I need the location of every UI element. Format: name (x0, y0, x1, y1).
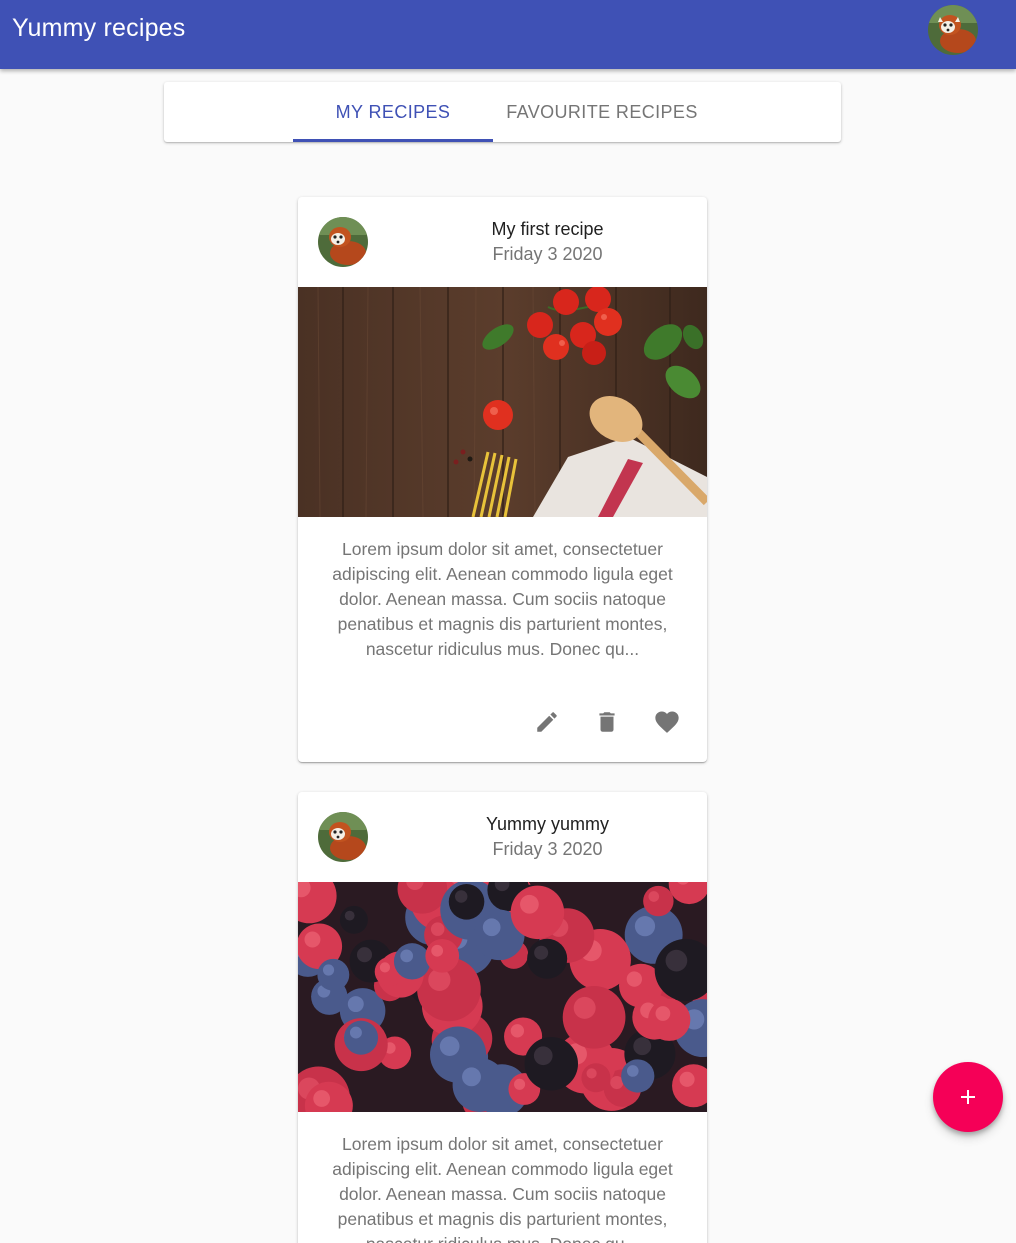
card-header: My first recipe Friday 3 2020 (298, 197, 707, 287)
recipe-title: Yummy yummy (485, 814, 609, 834)
app-bar: Yummy recipes (0, 0, 1016, 69)
recipe-image[interactable] (298, 882, 707, 1112)
recipe-card: Yummy yummy Friday 3 2020 Lorem ipsum do… (298, 792, 707, 1243)
heart-icon (655, 711, 679, 733)
recipe-image[interactable] (298, 287, 707, 517)
edit-button[interactable] (522, 697, 572, 747)
plus-icon (961, 1090, 975, 1104)
card-actions (298, 697, 707, 747)
add-recipe-button[interactable] (933, 1062, 1003, 1132)
recipe-date: Friday 3 2020 (492, 244, 603, 264)
recipe-description: Lorem ipsum dolor sit amet, consectetuer… (332, 539, 673, 659)
recipe-card: My first recipe Friday 3 2020 Lorem ipsu… (298, 197, 707, 762)
recipe-date: Friday 3 2020 (492, 839, 603, 859)
author-avatar (318, 217, 368, 267)
recipe-description: Lorem ipsum dolor sit amet, consectetuer… (332, 1134, 673, 1243)
author-avatar (318, 812, 368, 862)
recipe-title: My first recipe (491, 219, 604, 239)
card-header: Yummy yummy Friday 3 2020 (298, 792, 707, 882)
favourite-button[interactable] (642, 697, 692, 747)
delete-button[interactable] (582, 697, 632, 747)
trash-icon (599, 712, 615, 732)
tab-indicator (293, 139, 493, 142)
tab-favourite-recipes[interactable]: FAVOURITE RECIPES (502, 82, 702, 142)
recipe-tabs: MY RECIPES FAVOURITE RECIPES (164, 82, 841, 142)
app-title: Yummy recipes (12, 14, 186, 42)
tab-my-recipes[interactable]: MY RECIPES (293, 82, 493, 142)
pencil-icon (537, 712, 557, 732)
user-avatar[interactable] (928, 5, 978, 55)
